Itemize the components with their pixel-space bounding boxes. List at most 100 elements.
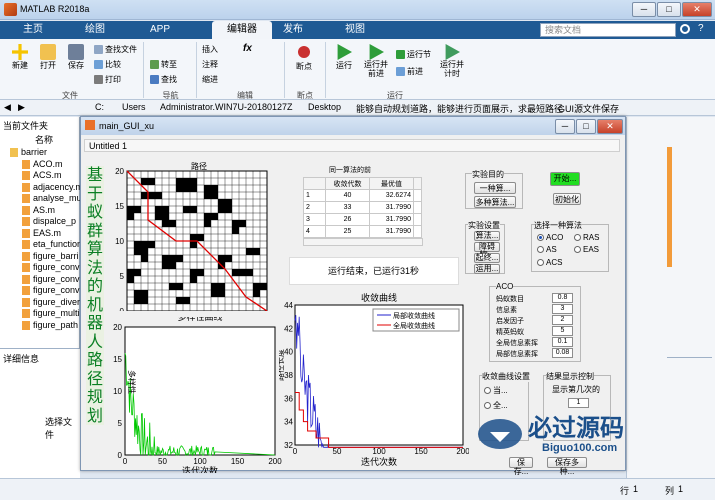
- obstacle-cell: [190, 234, 197, 241]
- gui-close-button[interactable]: ✕: [597, 119, 623, 134]
- file-item[interactable]: ACS.m: [22, 170, 62, 181]
- run-advance-button[interactable]: 运行并 前进: [360, 44, 392, 78]
- minimize-button[interactable]: ─: [632, 2, 656, 17]
- results-table[interactable]: 收敛代数 最优值 1 40 32.6274 2 33 31.7990 3 26 31.7990…: [303, 177, 423, 246]
- address-part[interactable]: GUI源文件保存: [558, 102, 619, 115]
- run-section-button[interactable]: 运行节: [396, 49, 431, 60]
- address-bar[interactable]: ◀ ▶ C: Users Administrator.WIN7U-2018012…: [0, 100, 715, 116]
- address-part[interactable]: 能够自动规划道路，能够进行页面展示，求最短路径: [356, 102, 563, 115]
- new-button[interactable]: 新建: [6, 44, 34, 71]
- radio-ras[interactable]: RAS: [574, 233, 599, 242]
- run-time-button[interactable]: 运行并 计时: [436, 44, 468, 78]
- algo-settings-button[interactable]: 算法...: [474, 231, 500, 241]
- maximize-button[interactable]: □: [657, 2, 681, 17]
- file-item[interactable]: eta_function: [22, 239, 82, 250]
- file-item[interactable]: ACO.m: [22, 159, 63, 169]
- multi-algo-button[interactable]: 多种算法...: [474, 196, 516, 208]
- table-row[interactable]: 1 40 32.6274: [303, 189, 422, 202]
- comment-button[interactable]: 注释: [202, 59, 218, 70]
- back-icon[interactable]: ◀: [4, 102, 11, 113]
- diversity-area: [124, 326, 276, 456]
- file-item[interactable]: figure_diver: [22, 297, 80, 307]
- address-part[interactable]: Desktop: [308, 102, 341, 112]
- file-item[interactable]: figure_conv: [22, 274, 80, 284]
- obstacle-cell: [218, 290, 225, 297]
- goto-button[interactable]: 转至: [150, 59, 177, 70]
- tab-apps[interactable]: APP: [135, 21, 185, 39]
- address-part[interactable]: Users: [122, 102, 146, 112]
- radio-acs[interactable]: ACS: [537, 258, 562, 267]
- aco-param-input[interactable]: 0.8: [552, 293, 573, 303]
- table-hscrollbar[interactable]: [303, 238, 423, 246]
- file-item[interactable]: figure_multi: [22, 308, 80, 319]
- aco-param-input[interactable]: 0.08: [552, 348, 573, 358]
- watermark: 必过源码 Biguo100.com: [470, 400, 690, 480]
- close-button[interactable]: ✕: [682, 2, 712, 17]
- file-item[interactable]: figure_barri: [22, 251, 79, 261]
- row-index: 3: [303, 213, 326, 226]
- radio-label: ACS: [546, 258, 563, 267]
- file-item[interactable]: analyse_mu: [22, 193, 82, 204]
- plus-icon: [12, 44, 28, 60]
- tab-plots[interactable]: 绘图: [70, 21, 120, 39]
- find-button[interactable]: 查找: [150, 74, 177, 85]
- insert-label: 插入: [202, 45, 218, 54]
- insert-button[interactable]: 插入: [202, 44, 218, 55]
- search-docs-input[interactable]: 搜索文档: [540, 23, 676, 37]
- tab-home[interactable]: 主页: [8, 21, 58, 39]
- x-axis-label: 迭代次数: [182, 465, 218, 473]
- file-item[interactable]: figure_conv: [22, 262, 80, 273]
- aco-param-input[interactable]: 3: [552, 304, 573, 314]
- menu-untitled[interactable]: Untitled 1: [89, 141, 127, 151]
- forward-icon[interactable]: ▶: [18, 102, 25, 113]
- code-analyzer-bar: [667, 147, 672, 267]
- start-button[interactable]: 开始...: [550, 172, 580, 186]
- table-row[interactable]: 3 26 31.7990: [303, 213, 422, 226]
- apply-button[interactable]: 运用...: [474, 264, 500, 274]
- start-end-button[interactable]: 起终...: [474, 253, 500, 263]
- compare-button[interactable]: 比较: [94, 59, 121, 70]
- obstacle-button[interactable]: 障碍物...: [474, 242, 500, 259]
- radio-as[interactable]: AS: [537, 245, 557, 254]
- tab-view[interactable]: 视图: [330, 21, 380, 39]
- table-cell: 31.7990: [369, 213, 414, 226]
- file-item[interactable]: dispalce_p: [22, 216, 77, 227]
- single-algo-button[interactable]: 一种算...: [474, 182, 516, 194]
- gui-minimize-button[interactable]: ─: [555, 119, 575, 134]
- fx-button[interactable]: fx: [243, 43, 252, 54]
- open-button[interactable]: 打开: [34, 44, 62, 71]
- tab-publish[interactable]: 发布: [268, 21, 318, 39]
- file-name: dispalce_p: [33, 216, 77, 226]
- address-part[interactable]: Administrator.WIN7U-20180127Z: [160, 102, 293, 112]
- table-row[interactable]: 2 33 31.7990: [303, 201, 422, 214]
- aco-param-input[interactable]: 5: [552, 326, 573, 336]
- indent-button[interactable]: 缩进: [202, 74, 218, 85]
- radio-aco[interactable]: ACO: [537, 233, 563, 242]
- search-icon[interactable]: [680, 24, 690, 34]
- run-button[interactable]: 运行: [330, 44, 358, 71]
- radio-current[interactable]: 当...: [484, 385, 508, 396]
- find-files-button[interactable]: 查找文件: [94, 44, 137, 55]
- file-item[interactable]: figure_path: [22, 320, 78, 330]
- save-button[interactable]: 保存: [62, 44, 90, 71]
- help-icon[interactable]: ?: [698, 24, 708, 34]
- aco-param-input[interactable]: 2: [552, 315, 573, 325]
- run-label: 运行: [336, 61, 352, 70]
- column-name[interactable]: 名称: [35, 133, 53, 146]
- file-item[interactable]: figure_conv: [22, 285, 80, 296]
- init-button[interactable]: 初始化: [553, 193, 581, 205]
- aco-param-input[interactable]: 0.1: [552, 337, 573, 347]
- tab-editor[interactable]: 编辑器: [212, 21, 272, 39]
- radio-label: 当...: [493, 386, 508, 395]
- file-item[interactable]: adjacency.m: [22, 182, 83, 192]
- address-part[interactable]: C:: [95, 102, 104, 112]
- table-row[interactable]: 4 25 31.7990: [303, 225, 422, 238]
- file-item[interactable]: EAS.m: [22, 228, 61, 238]
- breakpoints-button[interactable]: 断点: [290, 44, 318, 72]
- file-item[interactable]: AS.m: [22, 205, 55, 215]
- advance-button[interactable]: 前进: [396, 66, 423, 77]
- print-button[interactable]: 打印: [94, 74, 121, 85]
- folder-item[interactable]: barrier: [10, 147, 47, 158]
- radio-eas[interactable]: EAS: [574, 245, 599, 254]
- gui-maximize-button[interactable]: □: [576, 119, 596, 134]
